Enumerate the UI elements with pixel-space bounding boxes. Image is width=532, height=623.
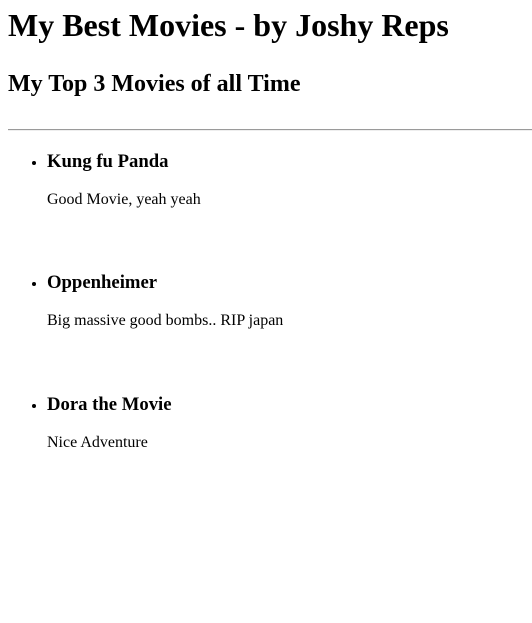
movie-title: Oppenheimer: [47, 272, 158, 293]
movie-description: Big massive good bombs.. RIP japan: [47, 312, 284, 329]
movie-list: Kung fu Panda Good Movie, yeah yeah Oppe…: [8, 151, 532, 452]
divider: [8, 129, 532, 131]
list-item: Oppenheimer Big massive good bombs.. RIP…: [47, 272, 532, 330]
movie-title: Kung fu Panda: [47, 151, 169, 172]
list-item: Kung fu Panda Good Movie, yeah yeah: [47, 151, 532, 209]
movie-description: Nice Adventure: [47, 434, 148, 451]
page-subtitle: My Top 3 Movies of all Time: [8, 71, 301, 97]
list-item: Dora the Movie Nice Adventure: [47, 394, 532, 452]
movie-description: Good Movie, yeah yeah: [47, 191, 201, 208]
movie-title: Dora the Movie: [47, 394, 172, 415]
page-title: My Best Movies - by Joshy Reps: [8, 7, 449, 43]
page-content: My Best Movies - by Joshy Reps My Top 3 …: [0, 0, 532, 452]
